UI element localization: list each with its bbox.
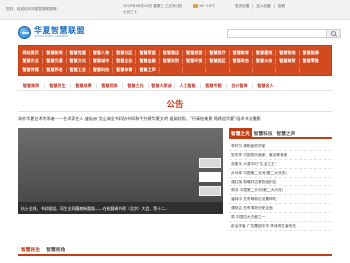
greeting-text: 您好，欢迎访问华夏智慧联盟网！: [6, 7, 60, 11]
notice-title: 公告: [166, 100, 184, 110]
slider-photo[interactable]: [18, 128, 223, 202]
nav-row2-item[interactable]: 智慧环保: [182, 58, 205, 64]
nav-row1-item[interactable]: 智慧旅游: [182, 50, 205, 56]
nav-row2-item[interactable]: 智慧城市: [88, 58, 112, 64]
slider-thumb[interactable]: [199, 172, 221, 182]
nav-row3-item: [228, 67, 252, 73]
list-item[interactable]: 谭岐吉 先有薄荷分配论面: [229, 204, 332, 214]
nav-row1-item[interactable]: 网站首页: [19, 50, 42, 56]
nav-row1-item[interactable]: 智慧物流: [275, 50, 298, 56]
nav-row2-item[interactable]: 智慧交通: [42, 58, 65, 64]
nav-row1-item[interactable]: 智慧党建: [65, 50, 89, 56]
side-tabs: 智慧之光 智慧科技 智慧之声: [229, 128, 332, 139]
divider: [18, 111, 332, 112]
nav-row-2: 智慧农业 智慧交通 智慧文化 智慧城市 智慧企业 智慧金融 智慧安防 智慧环保 智慧园区 智慧政务…: [19, 58, 322, 64]
subnav-item[interactable]: 智慧之光: [122, 83, 148, 89]
list-item[interactable]: 潘纯中 先有萌制论设置坤吃: [229, 195, 332, 205]
nav-row3-item: [275, 67, 298, 73]
slider-thumb[interactable]: [199, 186, 221, 196]
weather-widget: 26~18℃: [193, 4, 215, 8]
tab-wisdom-tech[interactable]: 智慧科技: [252, 128, 275, 137]
nav-row3-item[interactable]: 智慧之声: [135, 67, 158, 73]
nav-row3-item[interactable]: 智慧传媒: [19, 67, 42, 73]
weather-icon: [193, 4, 198, 8]
date-text: 2020年09月16日 星期三 乙巳年(鼠) 七月三十: [123, 4, 183, 14]
list-item[interactable]: 周河 中国第二长河(第二大河流): [229, 186, 332, 196]
nav-row1-item[interactable]: 智慧教育: [228, 50, 252, 56]
nav-row-3: 智慧传媒 智慧养老 智慧工业 智慧科技 智慧体育 智慧之声: [19, 67, 322, 73]
top-bar: 您好，欢迎访问华夏智慧联盟网！ 2020年09月16日 星期三 乙巳年(鼠) 七…: [0, 0, 350, 20]
nav-row1-item[interactable]: 智慧建筑: [251, 50, 275, 56]
tab-wisdom-perspective[interactable]: 智慧视角: [43, 244, 68, 254]
nav-row2-item[interactable]: 智慧政务: [228, 58, 252, 64]
list-item[interactable]: 张衡华 大漫中时“生活之王”: [229, 160, 332, 169]
top-links: 首页设置 加入收藏 投稿: [232, 4, 288, 9]
nav-row3-item[interactable]: 智慧科技: [88, 67, 112, 73]
tab-wisdom-livelihood[interactable]: 智慧民生: [18, 244, 43, 254]
list-item[interactable]: 乒乓球 中国第二长河(第二大河流): [229, 169, 332, 178]
nav-row1-item[interactable]: 智慧酒店: [158, 50, 182, 56]
nav-row3-item: [205, 67, 228, 73]
nav-row3-item: [298, 67, 322, 73]
nav-row1-item[interactable]: 智慧家居: [135, 50, 158, 56]
nav-row2-item[interactable]: 智慧水务: [251, 58, 275, 64]
slider-thumb[interactable]: [199, 158, 221, 168]
subnav-item[interactable]: 智慧视角: [96, 83, 122, 89]
nav-row1-item[interactable]: 智慧医疗: [205, 50, 228, 56]
nav-row2-item[interactable]: 智慧企业: [112, 58, 135, 64]
search-button[interactable]: [326, 30, 340, 37]
subnav-item[interactable]: 智慧成果: [70, 83, 96, 89]
nav-row3-item[interactable]: 智慧体育: [112, 67, 135, 73]
nav-row2-item[interactable]: 智慧文化: [65, 58, 89, 64]
side-panel: 智慧之光 智慧科技 智慧之声 李时尔 清晰医药学家 张学梓 中国现代画家、著名教育…: [229, 128, 332, 231]
side-list: 李时尔 清晰医药学家 张学梓 中国现代画家、著名教育家 张衡华 大漫中时“生活之王”…: [229, 142, 332, 231]
subnav-item[interactable]: 智慧商贸: [18, 83, 44, 89]
search-box: [227, 29, 341, 48]
slider-caption[interactable]: 抗士全线，书封赋组，同生全同膜赫新题颖——在机翻调节帮（北京）大会、等十二...: [18, 202, 223, 214]
site-logo[interactable]: 华夏智慧联盟 HUAXIA ZHIHUI LIANMENG: [18, 25, 94, 40]
bottom-section-tabs: 智慧民生 智慧视角: [18, 244, 332, 256]
list-item[interactable]: 李时尔 清晰医药学家: [229, 142, 332, 151]
nav-row1-item[interactable]: 智慧人物: [88, 50, 112, 56]
news-ticker[interactable]: 海外华夏艺术传承者——艺术家艺人 盛灿洲 戈山海全书科协书同和平共建华夏文明 道…: [18, 116, 332, 122]
nav-row1-item[interactable]: 智慧新闻: [42, 50, 65, 56]
nav-row2-item[interactable]: 智慧零售: [298, 58, 322, 64]
nav-row3-item[interactable]: 智慧工业: [65, 67, 89, 73]
set-homepage-link[interactable]: 首页设置: [232, 4, 252, 9]
subnav-item[interactable]: 智慧大家谈: [148, 83, 174, 89]
nav-row-1: 网站首页 智慧新闻 智慧党建 智慧人物 智慧社区 智慧家居 智慧酒店 智慧旅游 智慧医疗 智慧教育…: [19, 50, 322, 56]
globe-icon: [18, 26, 31, 39]
weather-text: 26~18℃: [199, 4, 216, 8]
list-item[interactable]: 张学梓 中国现代画家、著名教育家: [229, 151, 332, 160]
nav-row3-item: [182, 67, 205, 73]
subnav-item[interactable]: 智慧名人: [252, 83, 278, 89]
nav-row2-item[interactable]: 智慧农业: [19, 58, 42, 64]
list-item[interactable]: 谭红旗 抱嘴好边紧张组织区: [229, 178, 332, 187]
nav-row2-item[interactable]: 智慧园区: [205, 58, 228, 64]
add-favorite-link[interactable]: 加入收藏: [252, 4, 273, 9]
list-item[interactable]: 彭治学者 广告集团中华 李泽明艺者所在: [229, 222, 332, 231]
logo-subtitle: HUAXIA ZHIHUI LIANMENG: [34, 35, 69, 38]
nav-row3-item[interactable]: 智慧养老: [42, 67, 65, 73]
main-nav: 网站首页 智慧新闻 智慧党建 智慧人物 智慧社区 智慧家居 智慧酒店 智慧旅游 智慧医疗 智慧教育…: [18, 45, 332, 76]
tab-wisdom-voice[interactable]: 智慧之声: [275, 128, 298, 137]
nav-row2-item[interactable]: 智慧安防: [158, 58, 182, 64]
subnav-item[interactable]: 智慧专题: [200, 83, 226, 89]
slider-thumbnails: [199, 158, 221, 200]
subnav-item[interactable]: 智慧民生: [44, 83, 70, 89]
submit-article-link[interactable]: 投稿: [273, 4, 288, 9]
nav-row1-item[interactable]: 智慧能源: [298, 50, 322, 56]
tab-wisdom-light[interactable]: 智慧之光: [229, 128, 252, 137]
image-slider[interactable]: 抗士全线，书封赋组，同生全同膜赫新题颖——在机翻调节帮（北京）大会、等十二...: [18, 128, 223, 214]
nav-row2-item[interactable]: 智慧商贸: [275, 58, 298, 64]
nav-row3-item: [251, 67, 275, 73]
subnav-item[interactable]: 人工智能: [174, 83, 200, 89]
subnav-item[interactable]: 会计智库: [226, 83, 252, 89]
nav-row3-item: [158, 67, 182, 73]
list-item[interactable]: 周 中国四大古都之一: [229, 213, 332, 223]
nav-row2-item[interactable]: 智慧金融: [135, 58, 158, 64]
sub-nav: 智慧商贸 智慧民生 智慧成果 智慧视角 智慧之光 智慧大家谈 人工智能 智慧专题 会计智库 智慧名…: [18, 82, 332, 91]
nav-row1-item[interactable]: 智慧社区: [112, 50, 135, 56]
